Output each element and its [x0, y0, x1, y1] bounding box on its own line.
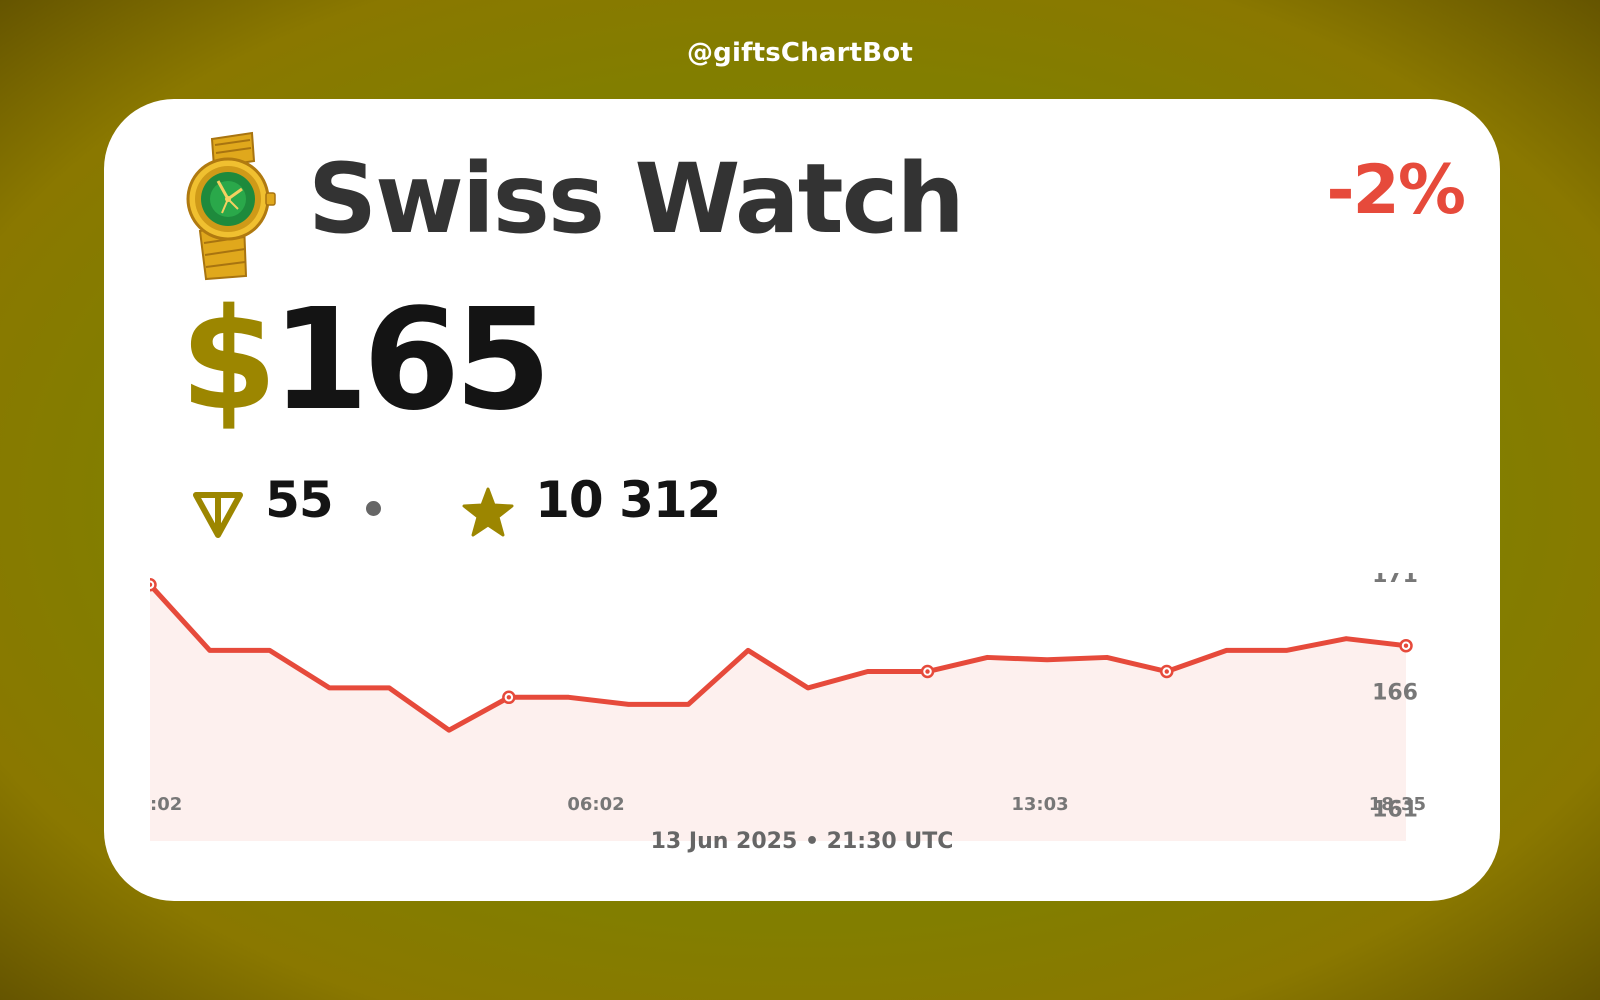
y-tick-label: 171: [1372, 573, 1418, 588]
y-tick-label: 166: [1372, 680, 1418, 705]
data-point-center: [1164, 669, 1169, 674]
price-value: 165: [271, 279, 551, 442]
stars-price: 10 312: [460, 471, 721, 541]
price-chart: 171166161:02 06:02 13:03 18:35: [150, 573, 1426, 841]
currency-symbol: $: [180, 279, 277, 442]
data-point-center: [925, 669, 930, 674]
x-tick-label: 06:02: [567, 794, 624, 815]
data-point-center: [1403, 643, 1409, 648]
separator-dot: [365, 501, 381, 516]
x-tick-label: 18:35: [1369, 794, 1426, 815]
x-tick-label: :02: [150, 794, 182, 815]
star-icon: [462, 487, 514, 536]
ton-icon: [193, 491, 243, 538]
gift-name: Swiss Watch: [308, 143, 965, 255]
timestamp: 13 Jun 2025 • 21:30 UTC: [650, 829, 954, 854]
ton-value: 55: [265, 471, 334, 529]
gold-watch-icon: [186, 131, 276, 281]
chart-area: [150, 584, 1406, 841]
usd-price: $165: [180, 291, 552, 431]
price-card: Swiss Watch -2% $165 55 10 312 171 166 161…: [104, 99, 1500, 901]
stars-value: 10 312: [535, 471, 721, 529]
data-point-center: [506, 695, 512, 700]
x-tick-label: 13:03: [1011, 794, 1068, 815]
ton-price: 55: [190, 471, 381, 541]
bot-handle: @giftsChartBot: [686, 38, 914, 68]
price-change: -2%: [1326, 151, 1466, 230]
